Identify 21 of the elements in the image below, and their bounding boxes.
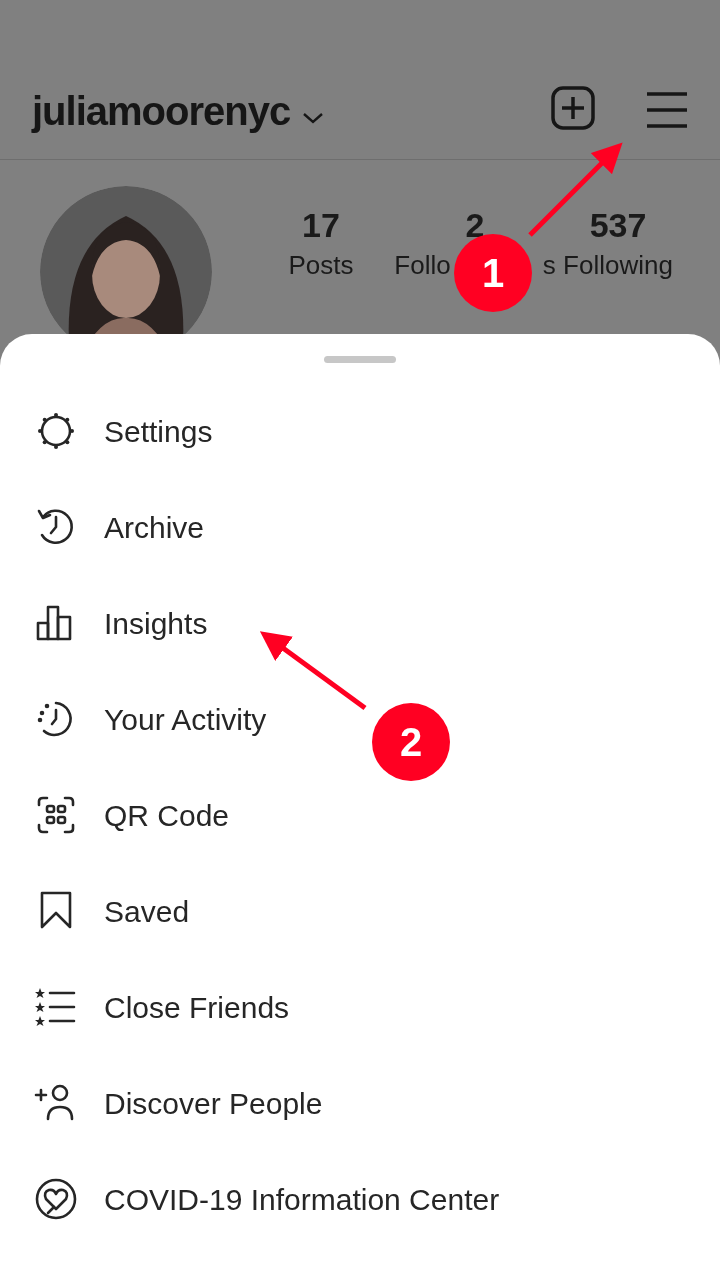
menu-item[interactable]: Insights [0,575,216,671]
add-post-icon[interactable] [550,85,596,131]
username: juliamoorenyc [32,91,291,131]
menu-item[interactable]: Settings [0,383,221,479]
menu-item[interactable]: Archive [0,479,213,575]
chevron-down-icon[interactable] [302,111,325,125]
stat-count: 537 [589,208,647,242]
stat-label: s [542,252,556,278]
stat-label: Follo [394,252,451,278]
stat-label: Following [563,252,673,278]
menu-item[interactable]: Close Friends [0,959,298,1055]
menu-item[interactable]: COVID-19 Information Center [0,1151,508,1247]
menu-item[interactable]: QR Code [0,767,238,863]
menu-item[interactable]: Your Activity [0,671,275,767]
menu-item[interactable]: Saved [0,863,198,959]
stat-label: Posts [288,252,354,278]
heart-circle-icon [34,1177,78,1221]
menu-icon[interactable] [646,91,688,129]
drag-handle[interactable] [324,356,396,363]
menu-item[interactable]: Discover People [0,1055,331,1151]
stat-count: 17 [302,208,340,242]
